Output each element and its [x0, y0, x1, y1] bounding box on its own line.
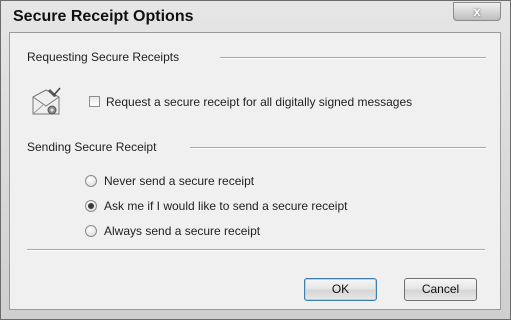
ok-button[interactable]: OK — [304, 278, 377, 301]
close-icon: x — [473, 4, 481, 19]
button-divider — [27, 249, 485, 251]
request-receipt-checkbox[interactable] — [89, 96, 100, 107]
section-divider — [190, 147, 486, 149]
close-button[interactable]: x — [453, 2, 501, 21]
signed-envelope-icon — [32, 87, 61, 115]
dialog-body: Requesting Secure Receipts Request a sec… — [9, 32, 501, 310]
ask-me-radio[interactable] — [85, 200, 97, 212]
request-receipt-label[interactable]: Request a secure receipt for all digital… — [106, 95, 412, 109]
sending-heading: Sending Secure Receipt — [27, 140, 157, 154]
always-send-radio[interactable] — [85, 225, 97, 237]
dialog-title: Secure Receipt Options — [13, 8, 194, 25]
never-send-label[interactable]: Never send a secure receipt — [104, 174, 254, 188]
section-divider — [220, 57, 486, 59]
title-bar: Secure Receipt Options x — [1, 1, 510, 31]
never-send-radio[interactable] — [85, 175, 97, 187]
cancel-button[interactable]: Cancel — [404, 278, 477, 301]
requesting-heading: Requesting Secure Receipts — [27, 50, 180, 64]
always-send-label[interactable]: Always send a secure receipt — [104, 224, 260, 238]
dialog-window: Secure Receipt Options x Requesting Secu… — [0, 0, 511, 320]
ask-me-label[interactable]: Ask me if I would like to send a secure … — [104, 199, 347, 213]
